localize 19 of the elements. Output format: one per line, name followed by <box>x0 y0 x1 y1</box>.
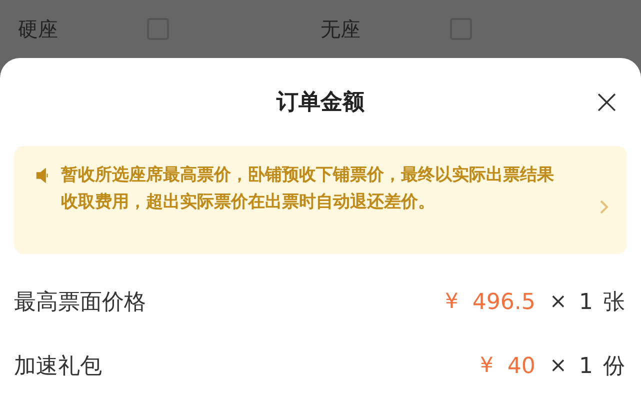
currency-symbol: ¥ <box>480 352 494 380</box>
speaker-icon <box>36 168 51 183</box>
seat-label: 无座 <box>320 16 362 43</box>
price-label: 加速礼包 <box>14 352 102 380</box>
close-button[interactable]: × <box>592 88 621 116</box>
unit-label: 张 <box>603 288 625 316</box>
quantity: 1 <box>579 288 593 316</box>
seat-label: 硬座 <box>18 16 59 43</box>
price-amount: 496.5 <box>472 288 536 316</box>
multiply-sign: × <box>549 288 567 316</box>
currency-symbol: ¥ <box>445 288 458 316</box>
price-label: 最高票面价格 <box>14 288 146 316</box>
notice-text: 暂收所选座席最高票价，卧铺预收下铺票价，最终以实际出票结果收取费用，超出实际票价在出票时自动退还差价。 <box>61 164 555 214</box>
unit-label: 份 <box>603 352 625 380</box>
price-amount: 40 <box>507 352 536 380</box>
quantity: 1 <box>579 352 593 380</box>
sheet-title: 订单金额 <box>276 88 364 116</box>
multiply-sign: × <box>549 352 567 380</box>
chevron-right-icon <box>599 199 609 215</box>
